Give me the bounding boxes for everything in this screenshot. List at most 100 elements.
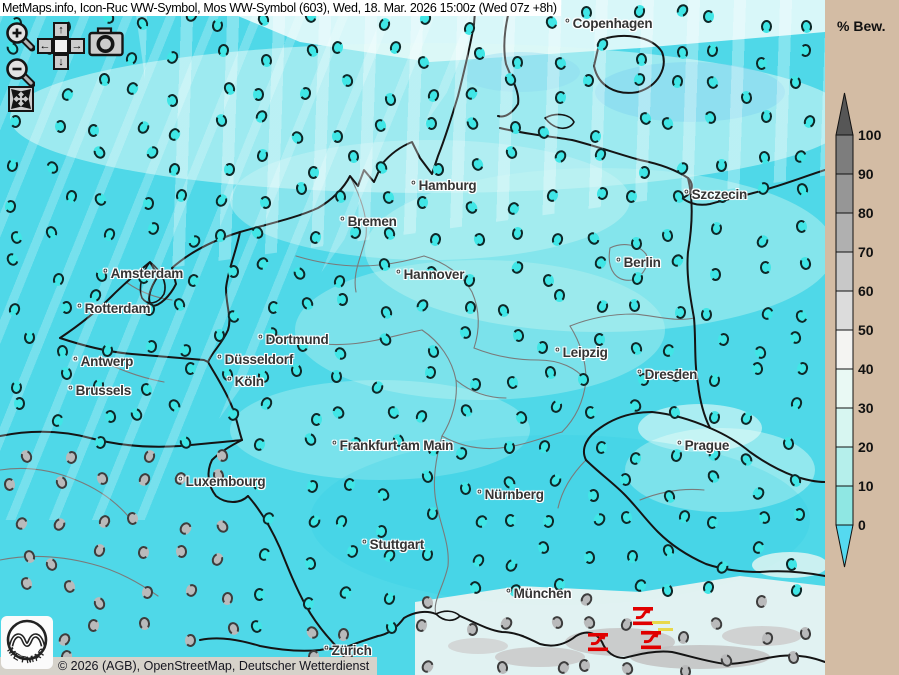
zoom-out-button[interactable] <box>5 57 35 88</box>
legend-segment <box>836 330 853 369</box>
weather-symbol <box>505 514 516 527</box>
weather-symbol <box>24 331 35 344</box>
legend-color-scale: 1009080706050403020100 <box>825 0 899 675</box>
city-marker: ° <box>68 383 73 397</box>
city-name: Düsseldorf <box>225 352 294 367</box>
city-label-amsterdam: °Amsterdam <box>103 266 183 281</box>
metmaps-logo-icon: METMAPS <box>1 616 53 669</box>
legend-tick-label: 80 <box>858 205 874 221</box>
legend-tick-label: 50 <box>858 322 874 338</box>
city-marker: ° <box>684 187 689 201</box>
city-name: Amsterdam <box>111 266 183 281</box>
legend-segment <box>836 213 853 252</box>
city-name: Stuttgart <box>370 537 424 552</box>
city-name: Dresden <box>645 367 698 382</box>
zoom-in-button[interactable] <box>5 21 35 52</box>
legend-tick-label: 70 <box>858 244 874 260</box>
city-marker: ° <box>477 487 482 501</box>
map-title: MetMaps.info, Icon-Ruc WW-Symbol, Mos WW… <box>0 0 561 16</box>
weather-symbol <box>680 665 692 675</box>
legend-segment <box>836 408 853 447</box>
city-marker: ° <box>677 438 682 452</box>
city-label-berlin: °Berlin <box>616 255 661 270</box>
legend-tick-label: 20 <box>858 439 874 455</box>
city-name: Rotterdam <box>85 301 151 316</box>
city-label-szczecin: °Szczecin <box>684 187 747 202</box>
legend-panel: % Bew. 1009080706050403020100 <box>825 0 899 675</box>
city-marker: ° <box>411 178 416 192</box>
drifting-snow-symbol <box>639 631 663 651</box>
city-name: Bremen <box>348 214 397 229</box>
city-label-bremen: °Bremen <box>340 214 397 229</box>
legend-segment <box>836 252 853 291</box>
city-marker: ° <box>227 374 232 388</box>
legend-segment <box>836 447 853 486</box>
city-name: Zürich <box>332 643 372 658</box>
arrow-left-icon: ← <box>40 41 51 52</box>
weather-symbol <box>214 329 225 342</box>
city-label-m-nchen: °München <box>506 586 571 601</box>
city-name: Brussels <box>76 383 131 398</box>
city-marker: ° <box>396 267 401 281</box>
city-label-hamburg: °Hamburg <box>411 178 476 193</box>
weather-map[interactable]: °Copenhagen°Hamburg°Szczecin°Bremen°Berl… <box>0 0 825 675</box>
pan-up-button[interactable]: ↑ <box>53 22 69 38</box>
arrow-down-icon: ↓ <box>58 57 64 68</box>
city-marker: ° <box>362 537 367 551</box>
pan-down-button[interactable]: ↓ <box>53 54 69 70</box>
city-label-prague: °Prague <box>677 438 729 453</box>
city-marker: ° <box>637 367 642 381</box>
city-label-dresden: °Dresden <box>637 367 697 382</box>
city-marker: ° <box>258 332 263 346</box>
city-name: Antwerp <box>81 354 134 369</box>
city-name: Dortmund <box>266 332 329 347</box>
city-label-rotterdam: °Rotterdam <box>77 301 150 316</box>
city-label-n-rnberg: °Nürnberg <box>477 487 544 502</box>
arrow-right-icon: → <box>72 41 83 52</box>
legend-tick-label: 90 <box>858 166 874 182</box>
pan-right-button[interactable]: → <box>69 38 85 54</box>
city-marker: ° <box>565 16 570 30</box>
city-label-antwerp: °Antwerp <box>73 354 133 369</box>
city-marker: ° <box>555 345 560 359</box>
fullscreen-button[interactable] <box>8 86 34 112</box>
city-name: Köln <box>235 374 264 389</box>
expand-arrows-icon <box>10 88 32 110</box>
drifting-snow-symbol <box>631 607 655 627</box>
city-marker: ° <box>340 214 345 228</box>
camera-icon <box>90 29 123 56</box>
legend-segment <box>836 291 853 330</box>
city-name: Berlin <box>624 255 661 270</box>
legend-segment <box>836 486 853 525</box>
legend-tick-label: 0 <box>858 517 866 533</box>
city-name: Luxembourg <box>186 474 266 489</box>
city-label-dortmund: °Dortmund <box>258 332 329 347</box>
city-name: Hannover <box>404 267 465 282</box>
city-marker: ° <box>217 352 222 366</box>
screenshot-button[interactable] <box>88 27 124 57</box>
map-geography <box>0 0 825 675</box>
city-name: Nürnberg <box>485 487 544 502</box>
legend-segment <box>836 135 853 174</box>
city-name: Prague <box>685 438 730 453</box>
city-marker: ° <box>332 438 337 452</box>
weather-symbol <box>794 508 805 521</box>
city-label-brussels: °Brussels <box>68 383 131 398</box>
city-label-d-sseldorf: °Düsseldorf <box>217 352 293 367</box>
yellow-weather-mark <box>652 621 670 624</box>
city-marker: ° <box>324 643 329 657</box>
legend-unit-label: % Bew. <box>837 18 886 34</box>
legend-tick-label: 10 <box>858 478 874 494</box>
legend-tick-label: 40 <box>858 361 874 377</box>
city-marker: ° <box>103 266 108 280</box>
city-name: Hamburg <box>419 178 477 193</box>
drifting-snow-symbol <box>586 633 610 653</box>
legend-tick-label: 30 <box>858 400 874 416</box>
city-label-frankfurt-am-main: °Frankfurt am Main <box>332 438 453 453</box>
pan-control: ↑ ← → ↓ <box>37 22 85 70</box>
city-name: Leipzig <box>563 345 608 360</box>
city-marker: ° <box>506 586 511 600</box>
city-label-leipzig: °Leipzig <box>555 345 608 360</box>
pan-left-button[interactable]: ← <box>37 38 53 54</box>
city-marker: ° <box>616 255 621 269</box>
